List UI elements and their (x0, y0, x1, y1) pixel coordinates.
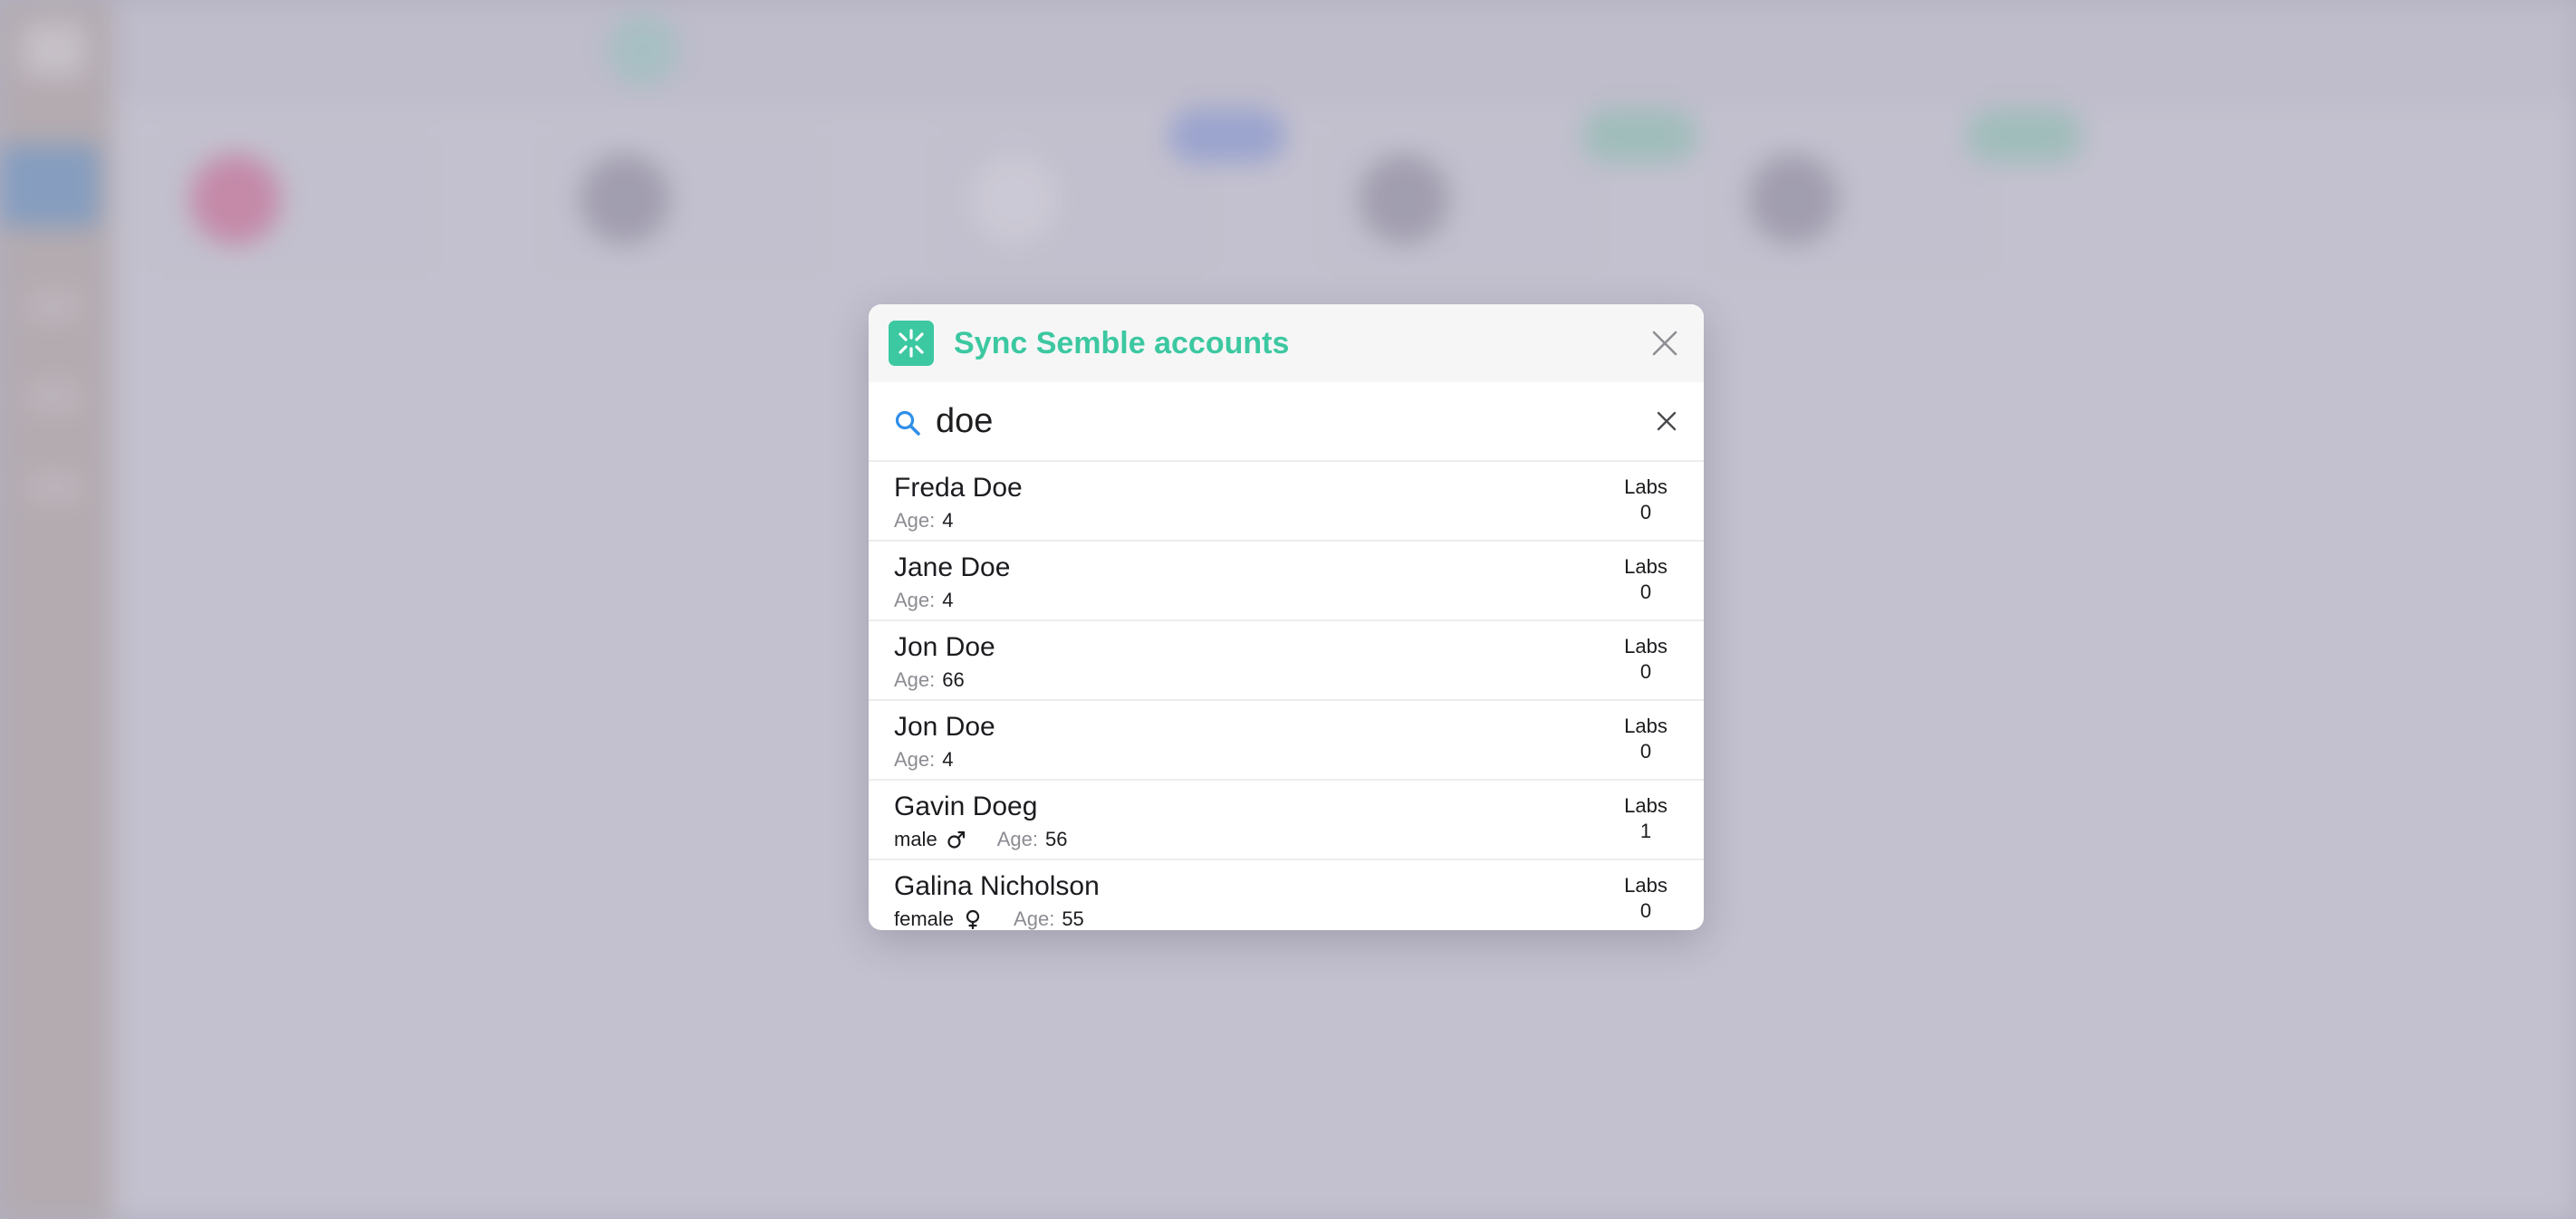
labs-count: Labs 0 (1619, 873, 1673, 924)
age-label: Age: (1014, 907, 1055, 930)
age-value: 56 (1044, 828, 1068, 850)
age-label: Age: (894, 748, 936, 771)
close-modal-button[interactable] (1646, 324, 1684, 362)
modal-header: Sync Semble accounts (869, 304, 1704, 382)
patient-name: Jon Doe (894, 632, 995, 662)
gender-label: male (894, 828, 937, 850)
modal-title: Sync Semble accounts (954, 326, 1290, 360)
patient-name: Galina Nicholson (894, 871, 1100, 901)
labs-label: Labs (1624, 715, 1668, 737)
age-label: Age: (894, 509, 936, 532)
labs-label: Labs (1624, 794, 1668, 817)
close-icon (1652, 331, 1677, 356)
labs-count: Labs 1 (1619, 793, 1673, 844)
result-row[interactable]: Jon Doe Age: 4 Labs 0 (869, 701, 1704, 781)
male-icon (947, 830, 965, 849)
patient-meta: Age: 66 (894, 668, 965, 692)
age-value: 66 (942, 668, 965, 691)
clear-icon (1657, 411, 1677, 431)
result-row[interactable]: Jon Doe Age: 66 Labs 0 (869, 621, 1704, 701)
search-input[interactable] (936, 395, 1570, 447)
result-row[interactable]: Galina Nicholson female Age: 55 Labs 0 (869, 860, 1704, 930)
patient-name: Freda Doe (894, 473, 1023, 503)
semble-logo-icon (889, 321, 934, 366)
age-value: 55 (1062, 907, 1084, 930)
result-row[interactable]: Gavin Doeg male Age: 56 Labs 1 (869, 781, 1704, 860)
labs-value: 0 (1639, 899, 1652, 922)
patient-meta: Age: 4 (894, 748, 954, 772)
age-label: Age: (996, 828, 1038, 850)
labs-value: 0 (1639, 740, 1652, 763)
labs-label: Labs (1624, 475, 1668, 498)
age-label: Age: (894, 668, 936, 691)
search-icon (895, 410, 920, 436)
gender-label: female (894, 907, 955, 930)
labs-count: Labs 0 (1619, 714, 1673, 764)
result-row[interactable]: Freda Doe Age: 4 Labs 0 (869, 462, 1704, 542)
result-row[interactable]: Jane Doe Age: 4 Labs 0 (869, 542, 1704, 621)
labs-value: 1 (1639, 820, 1652, 842)
labs-label: Labs (1624, 635, 1668, 657)
patient-meta: Age: 4 (894, 589, 954, 612)
labs-value: 0 (1639, 501, 1652, 523)
patient-meta: female Age: 55 (894, 907, 1084, 930)
female-icon (966, 909, 980, 929)
patient-name: Gavin Doeg (894, 792, 1038, 821)
labs-label: Labs (1624, 555, 1668, 578)
patient-meta: Age: 4 (894, 509, 954, 533)
labs-label: Labs (1624, 874, 1668, 897)
patient-name: Jon Doe (894, 712, 995, 742)
age-value: 4 (942, 509, 954, 532)
age-value: 4 (942, 589, 954, 611)
labs-count: Labs 0 (1619, 554, 1673, 605)
labs-value: 0 (1639, 660, 1652, 683)
age-value: 4 (942, 748, 954, 771)
labs-count: Labs 0 (1619, 634, 1673, 685)
clear-search-button[interactable] (1651, 406, 1682, 437)
labs-count: Labs 0 (1619, 475, 1673, 525)
patient-meta: male Age: 56 (894, 828, 1067, 851)
patient-name: Jane Doe (894, 552, 1011, 582)
results-list: Freda Doe Age: 4 Labs 0 Jane Doe Age: 4 … (869, 462, 1704, 930)
search-bar (869, 382, 1704, 462)
sync-accounts-modal: Sync Semble accounts doe Freda Doe Age: … (869, 304, 1704, 930)
labs-value: 0 (1639, 581, 1652, 603)
age-label: Age: (894, 589, 936, 611)
